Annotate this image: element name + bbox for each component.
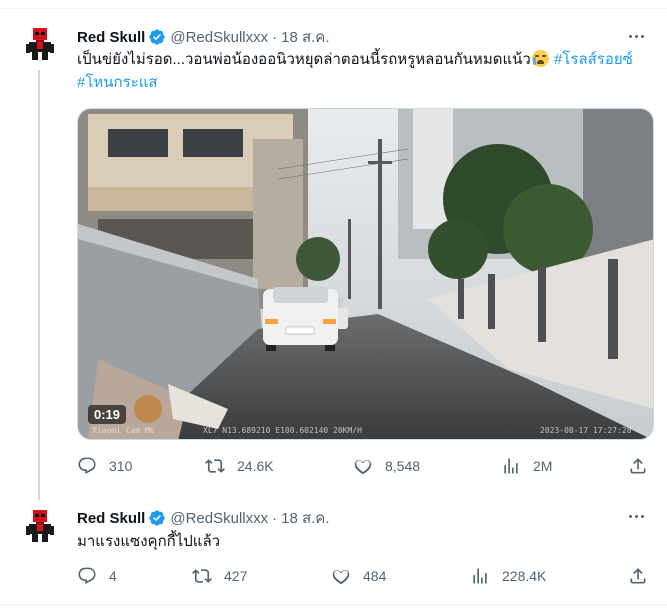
views-icon [473, 568, 487, 584]
like-icon [332, 570, 350, 585]
like-count: 8,548 [385, 458, 421, 474]
share-button[interactable] [628, 566, 648, 586]
reply-icon [78, 567, 96, 585]
reply-button[interactable]: 4 [77, 566, 117, 586]
views-button[interactable]: 228.4K [470, 566, 546, 586]
share-icon [630, 458, 646, 474]
reply-count: 310 [109, 458, 133, 474]
reply-icon [78, 457, 96, 475]
bottom-divider [0, 604, 667, 605]
reply-button[interactable]: 310 [77, 456, 132, 476]
share-icon [630, 568, 646, 584]
verified-badge-icon [149, 29, 166, 45]
repost-icon [205, 459, 225, 473]
repost-count: 427 [224, 568, 248, 584]
crying-face-emoji [531, 50, 549, 67]
repost-icon [192, 569, 212, 583]
tweet-2[interactable]: Red Skull @RedSkullxxx · 18 ส.ค. มาแรงแซ… [0, 490, 667, 604]
author-name[interactable]: Red Skull [77, 29, 145, 46]
video-duration: 0:19 [88, 405, 127, 424]
dashcam-coordinates: XL7 N13.689210 E100.602140 20KM/H [203, 426, 362, 435]
author-handle[interactable]: @RedSkullxxx [170, 29, 268, 46]
dashcam-timestamp: 2023-08-17 17:27:28 [540, 426, 632, 435]
views-button[interactable]: 2M [501, 456, 552, 476]
action-bar: 310 24.6K 8,548 2M [77, 456, 652, 478]
hashtag-link[interactable]: #โหนกระแส [77, 74, 158, 91]
share-button[interactable] [628, 456, 648, 476]
tweet-body: เป็นข่ยังไม่รอด...วอนพ่อน้องออนิวหยุดล่า… [77, 51, 531, 68]
more-icon[interactable] [624, 26, 648, 46]
action-bar: 4 427 484 228.4K [77, 566, 652, 588]
like-button[interactable]: 484 [331, 566, 386, 586]
author-name[interactable]: Red Skull [77, 510, 145, 527]
like-button[interactable]: 8,548 [353, 456, 420, 476]
views-count: 228.4K [502, 568, 547, 584]
author-handle[interactable]: @RedSkullxxx [170, 510, 268, 527]
hashtag-link[interactable]: #โรลส์รอยซ์ [554, 51, 633, 68]
avatar[interactable] [22, 26, 58, 62]
views-count: 2M [533, 458, 553, 474]
like-icon [354, 460, 372, 475]
views-icon [504, 458, 518, 474]
video-player[interactable]: 0:19 Xiaomi Cam M6 XL7 N13.689210 E100.6… [77, 108, 654, 440]
tweet-date[interactable]: 18 ส.ค. [281, 506, 329, 530]
tweet-1[interactable]: Red Skull @RedSkullxxx · 18 ส.ค. เป็นข่ย… [0, 0, 667, 490]
like-count: 484 [363, 568, 387, 584]
tweet-date[interactable]: 18 ส.ค. [281, 25, 329, 49]
tweet-text: มาแรงแซงคุกกี้ไปแล้ว [77, 530, 647, 553]
avatar[interactable] [22, 508, 58, 544]
reply-count: 4 [109, 568, 117, 584]
repost-button[interactable]: 24.6K [205, 456, 274, 476]
tweet-body: มาแรงแซงคุกกี้ไปแล้ว [77, 533, 221, 550]
repost-count: 24.6K [237, 458, 274, 474]
more-icon[interactable] [624, 506, 648, 526]
verified-badge-icon [149, 510, 166, 526]
repost-button[interactable]: 427 [192, 566, 247, 586]
video-frame [78, 109, 653, 439]
separator-dot: · [272, 28, 278, 46]
tweet-text: เป็นข่ยังไม่รอด...วอนพ่อน้องออนิวหยุดล่า… [77, 48, 647, 94]
separator-dot: · [272, 509, 278, 527]
dashcam-brand: Xiaomi Cam M6 [92, 426, 155, 435]
